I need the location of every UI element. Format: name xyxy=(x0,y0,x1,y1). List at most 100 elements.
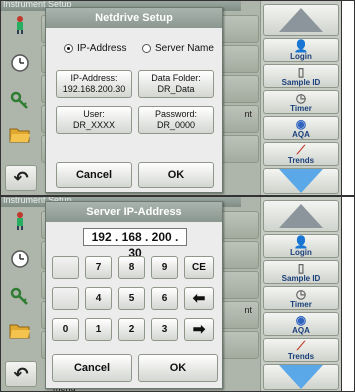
folder-icon[interactable] xyxy=(7,123,33,147)
blank-key xyxy=(52,256,79,279)
ip-address-label: IP-Address: xyxy=(70,73,118,83)
clear-entry-key[interactable]: CE xyxy=(184,256,214,279)
address-type-radio-group: IP-Address Server Name xyxy=(46,43,222,59)
login-label: Login xyxy=(290,247,312,257)
key-icon[interactable] xyxy=(7,89,33,113)
password-field-button[interactable]: Password: DR_0000 xyxy=(138,106,214,134)
ok-button[interactable]: OK xyxy=(138,162,214,188)
arrow-right-key[interactable]: ➡ xyxy=(184,318,214,341)
trends-icon: ⟋ xyxy=(296,142,306,157)
key-4[interactable]: 4 xyxy=(85,287,112,310)
person-icon: 👤 xyxy=(293,234,309,249)
key-icon[interactable] xyxy=(7,285,33,309)
timer-label: Timer xyxy=(290,103,312,113)
ip-address-field-button[interactable]: IP-Address: 192.168.200.30 xyxy=(56,70,132,98)
scroll-up-button[interactable] xyxy=(263,200,339,232)
data-folder-field-button[interactable]: Data Folder: DR_Data xyxy=(138,70,214,98)
timer-button[interactable]: ◷ Timer xyxy=(263,286,339,310)
back-button[interactable]: ↶ xyxy=(5,165,37,191)
ok-button[interactable]: OK xyxy=(138,354,218,382)
cancel-button[interactable]: Cancel xyxy=(52,354,132,382)
data-folder-value: DR_Data xyxy=(157,84,195,94)
aqa-button[interactable]: ◉ AQA xyxy=(263,312,339,336)
arrow-right-icon: ➡ xyxy=(192,321,206,338)
key-7[interactable]: 7 xyxy=(85,256,112,279)
timer-button[interactable]: ◷ Timer xyxy=(263,90,339,114)
trends-label: Trends xyxy=(287,351,315,361)
key-5[interactable]: 5 xyxy=(118,287,145,310)
scroll-down-button[interactable] xyxy=(263,364,339,390)
vial-icon: ▯ xyxy=(297,64,305,79)
right-menu: 👤 Login ▯ Sample ID ◷ Timer ◉ AQA ⟋ Tren… xyxy=(260,1,341,195)
aqa-label: AQA xyxy=(292,325,310,335)
sample-id-button[interactable]: ▯ Sample ID xyxy=(263,260,339,284)
password-label: Password: xyxy=(154,109,198,119)
login-button[interactable]: 👤 Login xyxy=(263,234,339,258)
timer-icon: ◷ xyxy=(295,286,307,301)
back-arrow-icon: ↶ xyxy=(13,363,29,385)
instrument-screen: Instrument Setup ↶ menu xyxy=(1,197,341,391)
key-1[interactable]: 1 xyxy=(85,318,112,341)
aqa-button[interactable]: ◉ AQA xyxy=(263,116,339,140)
list-item-label: nt xyxy=(244,305,252,315)
person-icon[interactable] xyxy=(7,13,33,37)
key-8[interactable]: 8 xyxy=(118,256,145,279)
server-ip-address-dialog: Server IP-Address 192 . 168 . 200 . 30 7… xyxy=(45,201,223,389)
aqa-icon: ◉ xyxy=(295,312,307,327)
person-icon[interactable] xyxy=(7,209,33,233)
trends-button[interactable]: ⟋ Trends xyxy=(263,142,339,166)
person-icon: 👤 xyxy=(293,38,309,53)
key-0[interactable]: 0 xyxy=(52,318,79,341)
scroll-up-button[interactable] xyxy=(263,4,339,36)
arrow-left-icon: ⬅ xyxy=(192,290,206,307)
key-2[interactable]: 2 xyxy=(118,318,145,341)
ip-address-radio-label: IP-Address xyxy=(77,43,127,54)
radio-unselected-icon xyxy=(142,44,151,53)
key-9[interactable]: 9 xyxy=(151,256,178,279)
back-arrow-icon: ↶ xyxy=(13,167,29,189)
instrument-screen: Instrument Setup ↶ nt 👤 Login ▯ Sample I… xyxy=(1,1,341,195)
scroll-down-button[interactable] xyxy=(263,168,339,194)
arrow-up-icon xyxy=(279,8,323,32)
panel-margin xyxy=(341,197,354,391)
arrow-down-icon xyxy=(279,169,323,193)
arrow-down-icon xyxy=(279,365,323,389)
left-icon-column: ↶ xyxy=(1,11,41,195)
arrow-up-icon xyxy=(279,204,323,228)
aqa-icon: ◉ xyxy=(295,116,307,131)
timer-label: Timer xyxy=(290,299,312,309)
sample-id-label: Sample ID xyxy=(281,77,321,87)
back-button[interactable]: ↶ xyxy=(5,361,37,387)
user-field-button[interactable]: User: DR_XXXX xyxy=(56,106,132,134)
right-menu: 👤 Login ▯ Sample ID ◷ Timer ◉ AQA ⟋ Tren… xyxy=(260,197,341,391)
sample-id-button[interactable]: ▯ Sample ID xyxy=(263,64,339,88)
cancel-button[interactable]: Cancel xyxy=(56,162,132,188)
clock-icon[interactable] xyxy=(7,247,33,271)
password-value: DR_0000 xyxy=(156,120,196,130)
server-ip-address-screen: Instrument Setup ↶ menu xyxy=(0,196,355,392)
server-name-radio-label: Server Name xyxy=(155,43,214,54)
aqa-label: AQA xyxy=(292,129,310,139)
left-icon-column: ↶ menu xyxy=(1,207,76,391)
user-label: User: xyxy=(83,109,105,119)
clock-icon[interactable] xyxy=(7,51,33,75)
key-6[interactable]: 6 xyxy=(151,287,178,310)
dialog-title: Netdrive Setup xyxy=(46,8,222,28)
ip-address-value: 192.168.200.30 xyxy=(62,84,126,94)
key-3[interactable]: 3 xyxy=(151,318,178,341)
login-button[interactable]: 👤 Login xyxy=(263,38,339,62)
server-name-radio[interactable]: Server Name xyxy=(142,43,214,54)
ip-address-display: 192 . 168 . 200 . 30 xyxy=(83,228,187,260)
trends-label: Trends xyxy=(287,155,315,165)
panel-margin xyxy=(341,1,354,195)
trends-button[interactable]: ⟋ Trends xyxy=(263,338,339,362)
radio-selected-icon xyxy=(64,44,73,53)
user-value: DR_XXXX xyxy=(72,120,116,130)
sample-id-label: Sample ID xyxy=(281,273,321,283)
folder-icon[interactable] xyxy=(7,319,33,343)
ip-address-radio[interactable]: IP-Address xyxy=(64,43,126,54)
netdrive-setup-dialog: Netdrive Setup IP-Address Server Name IP… xyxy=(45,7,223,193)
arrow-left-key[interactable]: ⬅ xyxy=(184,287,214,310)
data-folder-label: Data Folder: xyxy=(151,73,201,83)
list-item-label: nt xyxy=(244,109,252,119)
